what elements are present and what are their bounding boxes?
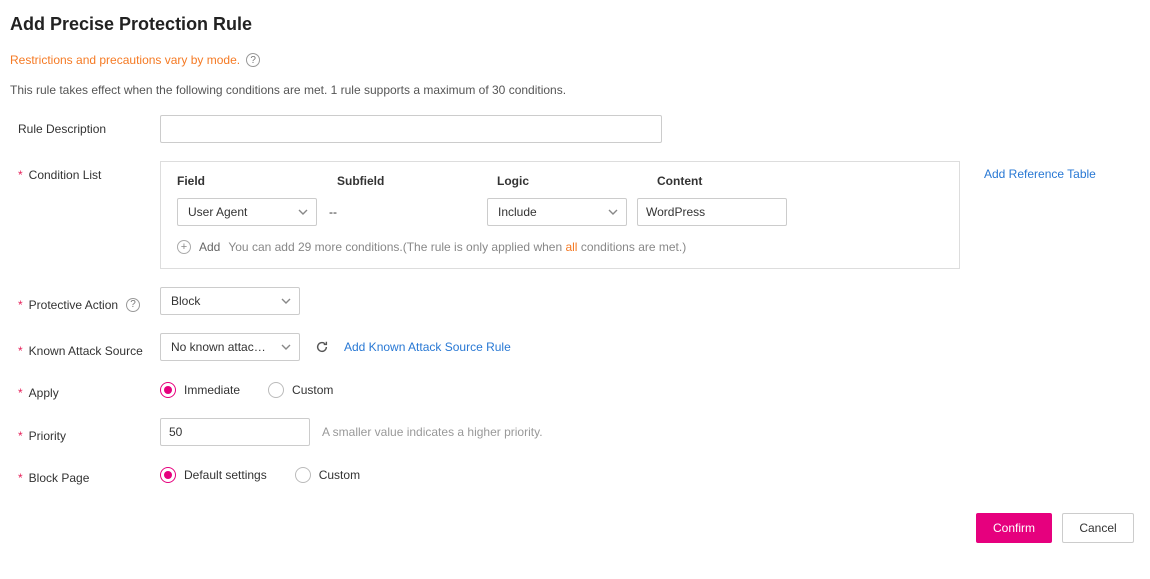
priority-input[interactable] (160, 418, 310, 446)
apply-custom-radio[interactable]: Custom (268, 382, 333, 398)
radio-icon (160, 382, 176, 398)
cancel-button[interactable]: Cancel (1062, 513, 1134, 543)
condition-field-value: User Agent (188, 205, 247, 219)
chevron-down-icon (281, 344, 291, 350)
block-page-label: Block Page (29, 471, 90, 485)
required-marker: * (18, 386, 23, 400)
page-title: Add Precise Protection Rule (10, 14, 1140, 35)
add-hint-after: conditions are met.) (577, 240, 686, 254)
chevron-down-icon (281, 298, 291, 304)
condition-list-label: Condition List (29, 168, 102, 182)
protective-action-value: Block (171, 294, 200, 308)
required-marker: * (18, 344, 23, 358)
restrictions-text: Restrictions and precautions vary by mod… (10, 53, 240, 67)
confirm-button[interactable]: Confirm (976, 513, 1052, 543)
condition-header-content: Content (657, 174, 837, 188)
add-reference-table-link[interactable]: Add Reference Table (984, 161, 1096, 181)
chevron-down-icon (298, 209, 308, 215)
radio-icon (295, 467, 311, 483)
condition-list-box: Field Subfield Logic Content User Agent … (160, 161, 960, 269)
add-condition-button[interactable]: Add (199, 240, 220, 254)
help-icon[interactable]: ? (246, 53, 260, 67)
known-attack-source-label: Known Attack Source (29, 344, 143, 358)
add-hint-highlight: all (565, 240, 577, 254)
apply-custom-label: Custom (292, 383, 333, 397)
help-icon[interactable]: ? (126, 298, 140, 312)
apply-immediate-label: Immediate (184, 383, 240, 397)
apply-immediate-radio[interactable]: Immediate (160, 382, 240, 398)
known-attack-source-value: No known attack… (171, 340, 271, 354)
apply-label: Apply (29, 386, 59, 400)
condition-header-logic: Logic (497, 174, 657, 188)
required-marker: * (18, 429, 23, 443)
add-known-attack-source-link[interactable]: Add Known Attack Source Rule (344, 340, 511, 354)
condition-header-subfield: Subfield (337, 174, 497, 188)
known-attack-source-select[interactable]: No known attack… (160, 333, 300, 361)
block-page-custom-label: Custom (319, 468, 360, 482)
block-page-default-radio[interactable]: Default settings (160, 467, 267, 483)
rule-description-input[interactable] (160, 115, 662, 143)
condition-field-select[interactable]: User Agent (177, 198, 317, 226)
condition-logic-select[interactable]: Include (487, 198, 627, 226)
effect-note: This rule takes effect when the followin… (10, 83, 1140, 97)
required-marker: * (18, 298, 23, 312)
condition-content-input[interactable] (637, 198, 787, 226)
add-hint-before: You can add 29 more conditions.(The rule… (228, 240, 565, 254)
required-marker: * (18, 471, 23, 485)
block-page-default-label: Default settings (184, 468, 267, 482)
protective-action-label: Protective Action (29, 298, 118, 312)
priority-hint: A smaller value indicates a higher prior… (322, 425, 543, 439)
protective-action-select[interactable]: Block (160, 287, 300, 315)
plus-circle-icon[interactable]: + (177, 240, 191, 254)
required-marker: * (18, 168, 23, 182)
condition-subfield-value: -- (327, 205, 477, 219)
condition-logic-value: Include (498, 205, 537, 219)
block-page-custom-radio[interactable]: Custom (295, 467, 360, 483)
priority-label: Priority (29, 429, 66, 443)
rule-description-label: Rule Description (18, 122, 106, 136)
radio-icon (268, 382, 284, 398)
radio-icon (160, 467, 176, 483)
refresh-icon[interactable] (312, 337, 332, 357)
condition-header-field: Field (177, 174, 337, 188)
chevron-down-icon (608, 209, 618, 215)
